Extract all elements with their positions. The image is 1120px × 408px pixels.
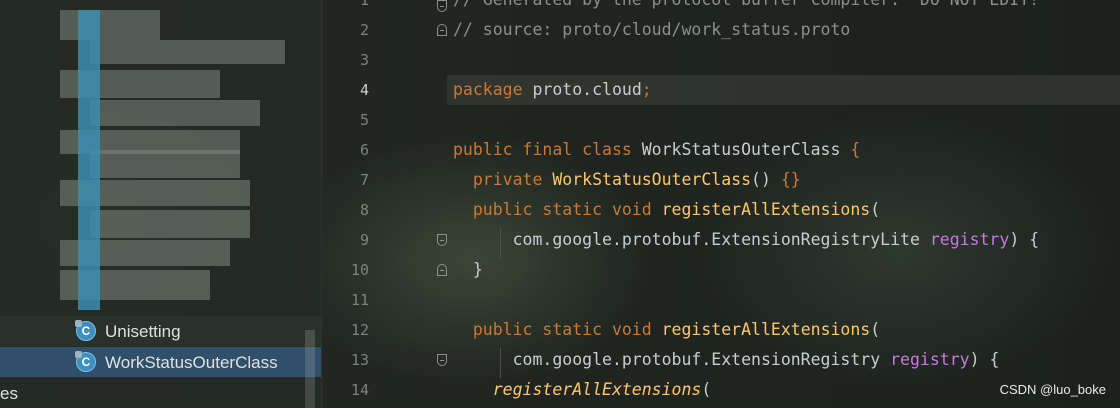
tree-item-workstatusouterclass[interactable]: C WorkStatusOuterClass <box>0 347 321 377</box>
line-number[interactable]: 10 <box>321 261 369 279</box>
tree-item-unisetting[interactable]: C Unisetting <box>0 316 321 346</box>
code-token: // source: proto/cloud/work_status.proto <box>453 20 851 39</box>
code-line[interactable]: public static void registerAllExtensions… <box>453 195 880 225</box>
line-number[interactable]: 14 <box>321 381 369 399</box>
code-line[interactable]: public final class WorkStatusOuterClass … <box>453 135 860 165</box>
watermark: CSDN @luo_boke <box>999 382 1106 397</box>
code-token: public static void <box>453 320 662 339</box>
fold-marker-icon[interactable] <box>437 264 447 276</box>
code-token: // Generated by the protocol buffer comp… <box>453 0 1039 9</box>
code-line[interactable]: private WorkStatusOuterClass() {} <box>453 165 801 195</box>
tree-item-label: Unisetting <box>105 322 181 341</box>
code-line[interactable]: com.google.protobuf.ExtensionRegistryLit… <box>453 225 1040 255</box>
code-token: registerAllExtensions <box>661 200 871 219</box>
code-token: public final class <box>453 140 642 159</box>
fold-marker-icon[interactable] <box>437 0 447 12</box>
line-number[interactable]: 12 <box>321 321 369 339</box>
fold-marker-icon[interactable] <box>437 24 447 36</box>
line-number[interactable]: 5 <box>321 111 369 129</box>
code-token: WorkStatusOuterClass <box>552 170 752 189</box>
code-token: package <box>453 80 533 99</box>
fold-marker-icon[interactable] <box>437 234 447 246</box>
line-number[interactable]: 11 <box>321 291 369 309</box>
code-token: com.google.protobuf.ExtensionRegistryLit… <box>453 230 930 249</box>
code-token: { <box>850 140 861 159</box>
line-number[interactable]: 8 <box>321 201 369 219</box>
project-scrollbar[interactable] <box>305 330 315 408</box>
line-number[interactable]: 13 <box>321 351 369 369</box>
code-token: registry <box>929 230 1010 249</box>
class-icon: C <box>75 351 96 372</box>
code-line[interactable]: registerAllExtensions( <box>453 375 712 405</box>
line-number[interactable]: 1 <box>321 0 369 9</box>
line-number[interactable]: 2 <box>321 21 369 39</box>
code-token: ; <box>641 80 652 99</box>
line-number[interactable]: 6 <box>321 141 369 159</box>
code-token: {} <box>780 170 801 189</box>
line-number[interactable]: 9 <box>321 231 369 249</box>
code-line[interactable]: com.google.protobuf.ExtensionRegistry re… <box>453 345 1000 375</box>
code-token: registerAllExtensions <box>453 380 702 399</box>
tree-item-label: WorkStatusOuterClass <box>105 353 278 372</box>
code-token: com.google.protobuf.ExtensionRegistry <box>453 350 891 369</box>
code-token: } <box>453 260 483 279</box>
code-token: ( <box>870 320 881 339</box>
code-token: ) { <box>969 350 1000 369</box>
code-token: proto.cloud <box>532 80 642 99</box>
code-line[interactable]: package proto.cloud; <box>447 75 1120 105</box>
obscured-tree-items <box>60 0 320 315</box>
code-token: registry <box>890 350 970 369</box>
line-number[interactable]: 4 <box>321 81 369 99</box>
line-number[interactable]: 7 <box>321 171 369 189</box>
code-line[interactable]: public static void registerAllExtensions… <box>453 315 880 345</box>
line-number[interactable]: 3 <box>321 51 369 69</box>
project-panel: C Unisetting C WorkStatusOuterClass es <box>0 0 322 408</box>
code-token: WorkStatusOuterClass <box>641 140 851 159</box>
code-line[interactable]: } <box>453 255 483 285</box>
bottom-tab-label[interactable]: es <box>0 384 18 404</box>
code-token: ( <box>870 200 881 219</box>
code-token: () <box>751 170 781 189</box>
fold-marker-icon[interactable] <box>437 354 447 366</box>
code-token: registerAllExtensions <box>661 320 871 339</box>
code-token: ) { <box>1009 230 1040 249</box>
code-line[interactable]: // Generated by the protocol buffer comp… <box>453 0 1039 15</box>
code-line[interactable]: // source: proto/cloud/work_status.proto <box>453 15 850 45</box>
code-token: private <box>453 170 553 189</box>
code-token: ( <box>701 380 712 399</box>
code-token: public static void <box>453 200 662 219</box>
class-icon: C <box>75 320 96 341</box>
